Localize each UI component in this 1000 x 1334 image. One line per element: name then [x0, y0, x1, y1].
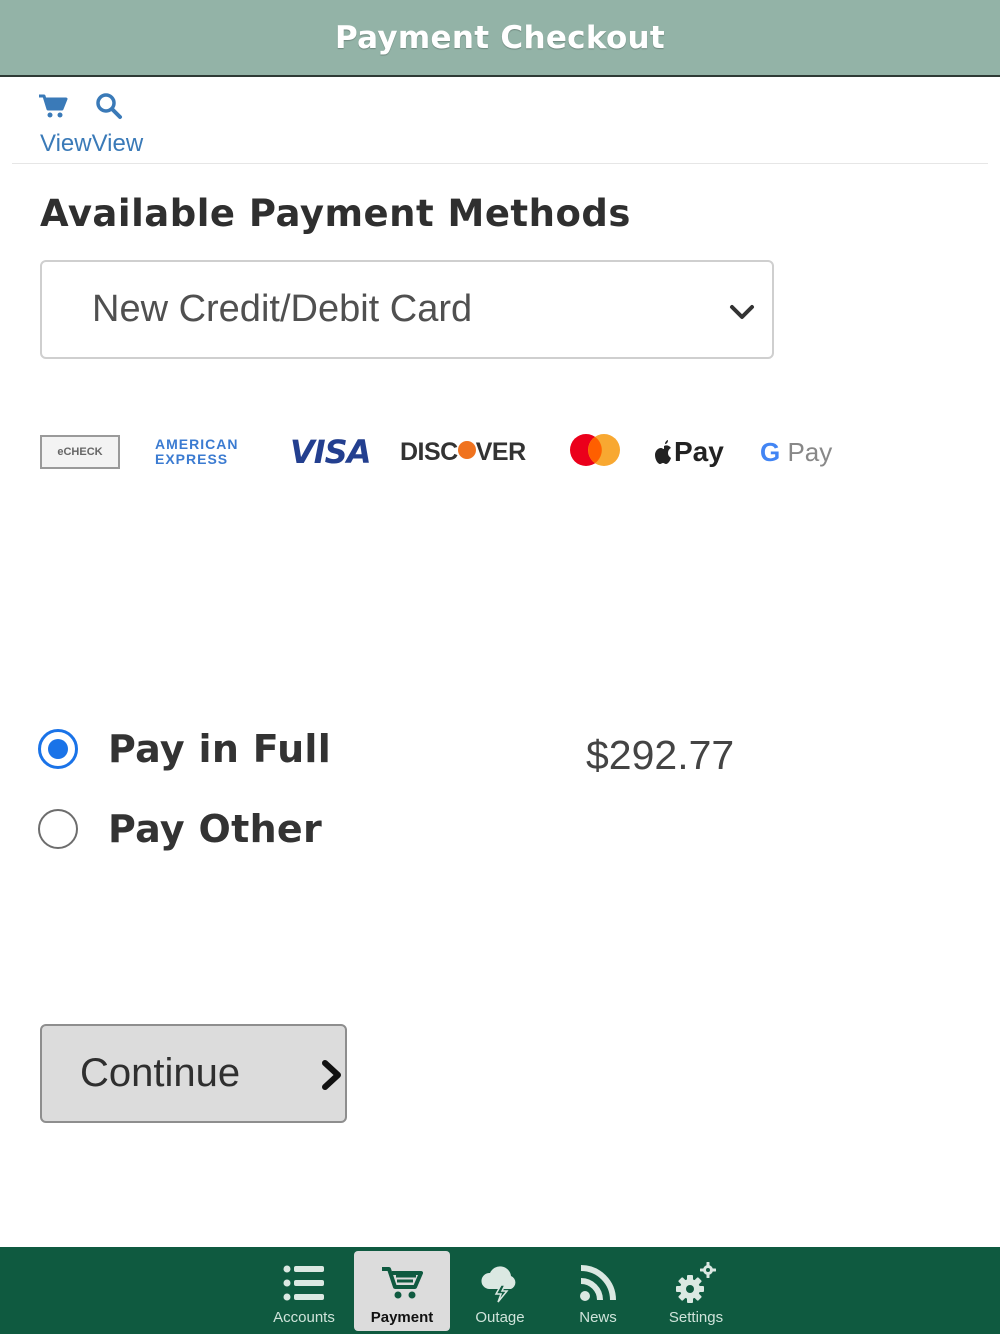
pay-in-full-label: Pay in Full [108, 727, 332, 771]
amex-text-1: AMERICAN [155, 436, 239, 452]
nav-accounts[interactable]: Accounts [256, 1251, 352, 1331]
visa-logo: VISA [290, 428, 371, 476]
view-search-link[interactable]: View [92, 130, 144, 158]
discover-text-left: DISC [400, 437, 458, 466]
pay-other-label: Pay Other [108, 807, 323, 851]
discover-dot-icon [457, 441, 476, 459]
rss-icon [576, 1261, 620, 1305]
continue-label: Continue [80, 1051, 241, 1095]
view-links: View View [40, 130, 143, 158]
nav-label-accounts: Accounts [273, 1309, 335, 1326]
nav-label-outage: Outage [475, 1309, 525, 1326]
google-pay-text: Pay [787, 436, 833, 467]
echeck-text: eCHECK [40, 435, 120, 469]
pay-other-radio[interactable] [38, 809, 78, 849]
nav-label-payment: Payment [370, 1309, 434, 1326]
continue-button[interactable]: Continue [40, 1024, 347, 1123]
chevron-right-icon [316, 1059, 348, 1091]
nav-payment[interactable]: Payment [354, 1251, 450, 1331]
mastercard-logo [566, 428, 624, 476]
amount-due: $292.77 [586, 732, 735, 778]
apple-icon [655, 440, 671, 464]
discover-logo: DISC VER [400, 428, 526, 476]
gears-icon [674, 1261, 718, 1305]
discover-text-right: VER [475, 437, 526, 466]
payment-method-value: New Credit/Debit Card [92, 288, 473, 330]
list-icon [282, 1261, 326, 1305]
app-header: Payment Checkout [0, 0, 1000, 77]
divider [12, 163, 988, 164]
payment-method-select[interactable]: New Credit/Debit Card [40, 260, 774, 359]
visa-text: VISA [290, 433, 371, 471]
search-icon[interactable] [94, 91, 124, 121]
apple-pay-text: Pay [674, 436, 724, 467]
apple-pay-logo: Pay [654, 428, 724, 476]
nav-label-settings: Settings [668, 1309, 724, 1326]
pay-in-full-radio[interactable] [38, 729, 78, 769]
section-title: Available Payment Methods [40, 192, 631, 235]
amex-text-2: EXPRESS [155, 451, 229, 467]
google-pay-logo: G Pay [760, 428, 832, 476]
nav-outage[interactable]: Outage [452, 1251, 548, 1331]
nav-settings[interactable]: Settings [648, 1251, 744, 1331]
pay-other-option[interactable]: Pay Other [38, 807, 322, 851]
nav-label-news: News [579, 1309, 617, 1326]
storm-cloud-icon [478, 1261, 522, 1305]
google-g-icon: G [760, 436, 781, 467]
chevron-down-icon [726, 296, 758, 328]
page-title: Payment Checkout [334, 19, 666, 56]
view-cart-link[interactable]: View [40, 130, 92, 158]
pay-in-full-option[interactable]: Pay in Full [38, 727, 331, 771]
bottom-nav: Accounts Payment Outage News Settings [0, 1247, 1000, 1334]
nav-news[interactable]: News [550, 1251, 646, 1331]
amex-logo: AMERICAN EXPRESS [155, 428, 255, 476]
cart-icon[interactable] [38, 91, 68, 121]
cart-icon [380, 1261, 424, 1305]
echeck-logo: eCHECK [40, 428, 120, 476]
toolbar [38, 90, 124, 122]
